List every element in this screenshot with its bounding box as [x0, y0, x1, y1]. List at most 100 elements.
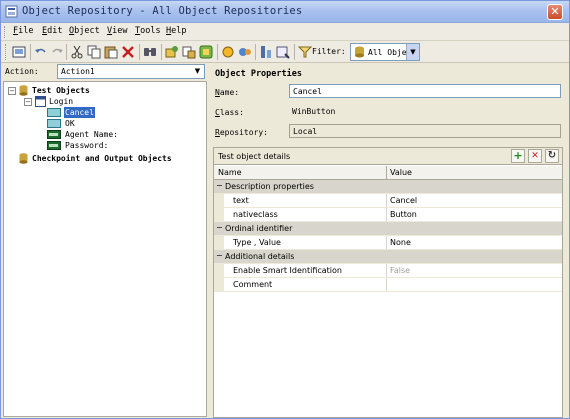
collapse-icon[interactable]: − [216, 252, 224, 260]
collapse-icon[interactable]: − [8, 87, 16, 95]
menu-file[interactable]: File [13, 26, 33, 36]
paste-icon[interactable] [104, 45, 118, 59]
test-object-details: Test object details + ✕ ↻ Name Value − D… [213, 147, 563, 418]
repository-filter-icon [355, 46, 364, 58]
close-button[interactable]: ✕ [547, 4, 563, 20]
tree-node-checkpoint-objects[interactable]: Checkpoint and Output Objects [6, 153, 204, 164]
action-row: Action: Action1 ▼ [3, 64, 207, 81]
tree-node-ok[interactable]: OK [6, 118, 106, 129]
filter-select-value: All Obje [368, 48, 407, 57]
object-spy-icon[interactable] [259, 45, 273, 59]
delete-icon[interactable] [121, 45, 135, 59]
collapse-icon[interactable]: − [24, 98, 32, 106]
row-indent [214, 264, 224, 277]
property-name: text [233, 196, 249, 205]
undo-icon[interactable] [34, 45, 48, 59]
tree-node-password[interactable]: Password: [6, 140, 126, 151]
collapse-icon[interactable]: − [216, 224, 224, 232]
toolbar-separator [66, 44, 67, 60]
class-label: Class: [215, 108, 244, 117]
cut-icon[interactable] [70, 45, 84, 59]
tree-node-agent-name[interactable]: Agent Name: [6, 129, 126, 140]
category-row-ordinal[interactable]: − Ordinal identifier [214, 222, 562, 236]
row-indent [214, 208, 224, 221]
category-label: Ordinal identifier [225, 224, 293, 233]
button-icon [47, 119, 61, 128]
menu-object[interactable]: Object [69, 26, 100, 36]
menu-grip[interactable] [4, 26, 7, 38]
toolbar-separator [255, 44, 256, 60]
details-title: Test object details [218, 152, 291, 161]
highlight-icon[interactable] [221, 45, 235, 59]
category-row-description[interactable]: − Description properties [214, 180, 562, 194]
title-bar[interactable]: Object Repository - All Object Repositor… [1, 1, 569, 23]
filter-select[interactable]: All Obje ▼ [350, 43, 420, 61]
new-object-icon[interactable] [12, 45, 26, 59]
redo-icon[interactable] [50, 45, 64, 59]
name-field[interactable]: Cancel [289, 84, 561, 98]
toolbar: Filter: All Obje ▼ [1, 41, 569, 63]
tree-node-label: Login [49, 97, 74, 106]
edit-field-icon [47, 141, 61, 150]
repository-icon [19, 153, 28, 164]
menu-help[interactable]: Help [166, 26, 186, 36]
repository-icon [19, 85, 28, 96]
tree-node-cancel[interactable]: Cancel [6, 107, 106, 118]
column-divider [386, 264, 387, 277]
name-label: Name: [215, 88, 240, 97]
object-tree: − Test Objects − Login Cancel OK Agent N… [3, 81, 207, 417]
column-header-name[interactable]: Name [218, 168, 242, 177]
property-value[interactable]: False [390, 266, 410, 275]
tree-node-label: Test Objects [32, 86, 90, 95]
property-row-nativeclass[interactable]: nativeclass Button [214, 208, 562, 222]
toolbar-separator [161, 44, 162, 60]
menu-bar: File Edit Object View Tools Help [1, 23, 569, 41]
property-value[interactable]: Button [390, 210, 417, 219]
tree-node-login[interactable]: − Login [6, 96, 106, 107]
panel-splitter[interactable] [208, 63, 211, 418]
tree-node-label: OK [65, 119, 75, 128]
refresh-button[interactable]: ↻ [545, 149, 559, 163]
property-row-ordinal-type[interactable]: Type , Value None [214, 236, 562, 250]
chevron-down-icon[interactable]: ▼ [192, 66, 203, 77]
remove-property-button[interactable]: ✕ [528, 149, 542, 163]
menu-edit[interactable]: Edit [42, 26, 62, 36]
property-row-smart-identification[interactable]: Enable Smart Identification False [214, 264, 562, 278]
class-value: WinButton [292, 107, 336, 116]
action-label: Action: [5, 67, 39, 76]
column-divider [386, 208, 387, 221]
column-divider[interactable] [386, 166, 387, 180]
help-icon[interactable] [276, 45, 290, 59]
category-row-additional[interactable]: − Additional details [214, 250, 562, 264]
find-icon[interactable] [143, 45, 157, 59]
chevron-down-icon[interactable]: ▼ [406, 44, 419, 60]
column-header-value[interactable]: Value [390, 168, 412, 177]
row-indent [214, 278, 224, 291]
object-repository-window: Object Repository - All Object Repositor… [0, 0, 570, 419]
tree-node-label: Agent Name: [65, 130, 118, 139]
property-value[interactable]: Cancel [390, 196, 417, 205]
category-label: Description properties [225, 182, 314, 191]
merge-icon[interactable] [199, 45, 213, 59]
tree-node-test-objects[interactable]: − Test Objects [6, 85, 106, 96]
property-row-comment[interactable]: Comment [214, 278, 562, 292]
toolbar-separator [217, 44, 218, 60]
object-properties-title: Object Properties [215, 69, 302, 79]
copy-icon[interactable] [87, 45, 101, 59]
row-indent [214, 194, 224, 207]
update-from-app-icon[interactable] [182, 45, 196, 59]
action-select[interactable]: Action1 ▼ [57, 64, 205, 79]
property-name: Type , Value [233, 238, 281, 247]
property-value[interactable]: None [390, 238, 411, 247]
collapse-icon[interactable]: − [216, 182, 224, 190]
toolbar-grip[interactable] [5, 44, 6, 60]
window-title: Object Repository - All Object Repositor… [22, 5, 303, 17]
menu-view[interactable]: View [107, 26, 127, 36]
menu-tools[interactable]: Tools [135, 26, 161, 36]
toolbar-separator [294, 44, 295, 60]
tree-node-label: Password: [65, 141, 109, 150]
add-objects-icon[interactable] [165, 45, 179, 59]
locate-icon[interactable] [238, 45, 252, 59]
property-row-text[interactable]: text Cancel [214, 194, 562, 208]
add-property-button[interactable]: + [511, 149, 525, 163]
